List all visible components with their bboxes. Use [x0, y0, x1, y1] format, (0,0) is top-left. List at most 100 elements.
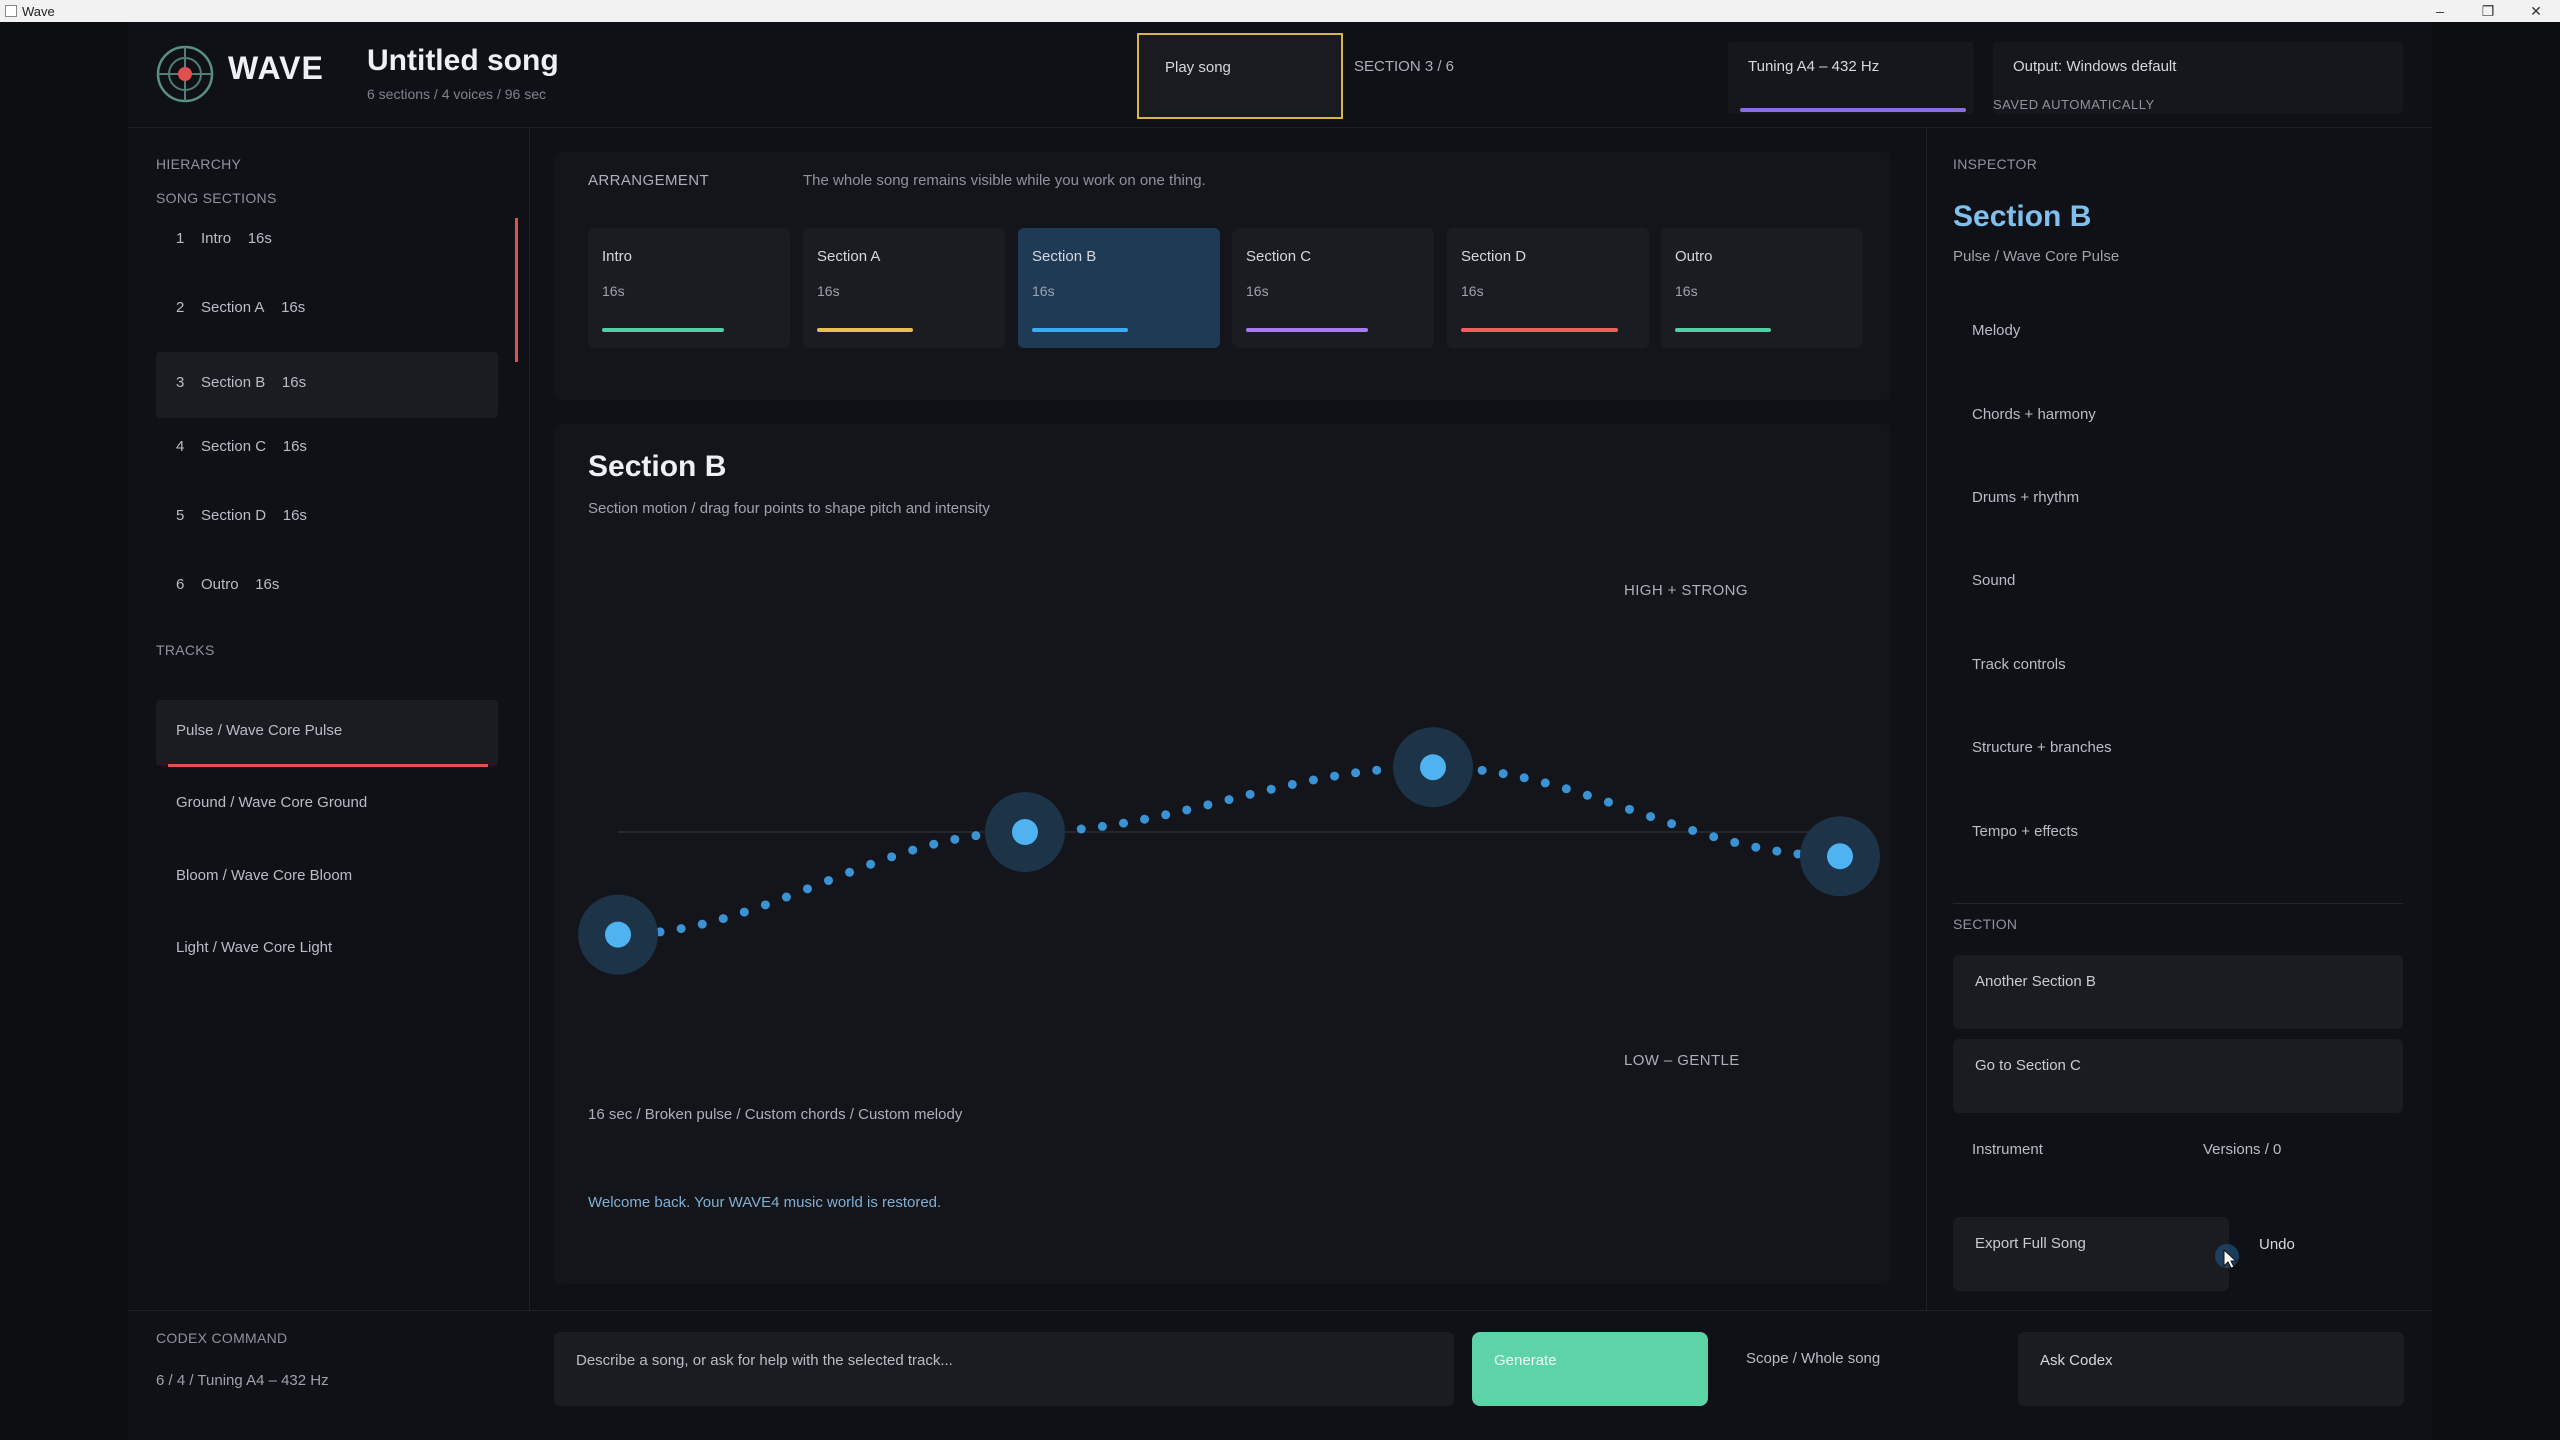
versions-label[interactable]: Versions / 0	[2203, 1141, 2281, 1158]
play-song-button[interactable]: Play song	[1137, 33, 1343, 119]
curve-dot	[866, 859, 876, 869]
motion-control-point[interactable]	[578, 894, 658, 975]
section-name: Outro	[201, 576, 239, 593]
motion-control-point[interactable]	[1800, 816, 1880, 897]
inspector-item-drums[interactable]: Drums + rhythm	[1972, 489, 2079, 506]
go-to-section-button[interactable]: Go to Section C	[1953, 1039, 2403, 1113]
hierarchy-label: HIERARCHY	[156, 156, 242, 172]
curve-dot	[971, 831, 981, 841]
motion-control-point[interactable]	[1393, 727, 1473, 808]
inspector-item-chords[interactable]: Chords + harmony	[1972, 406, 2096, 423]
editor-subtitle: Section motion / drag four points to sha…	[588, 500, 990, 517]
restore-icon[interactable]: ❐	[2466, 0, 2510, 22]
tuning-selector[interactable]: Tuning A4 – 432 Hz	[1728, 42, 1974, 114]
section-item[interactable]: 5 Section D 16s	[156, 485, 498, 551]
track-label: Pulse / Wave Core Pulse	[176, 722, 343, 739]
arrangement-card[interactable]: Section C 16s	[1232, 228, 1434, 348]
card-color-bar	[1032, 328, 1128, 332]
arrangement-subtitle: The whole song remains visible while you…	[803, 172, 1206, 189]
inspector-item-tempo[interactable]: Tempo + effects	[1972, 823, 2078, 840]
track-item-selected[interactable]: Pulse / Wave Core Pulse	[156, 700, 498, 766]
generate-button[interactable]: Generate	[1472, 1332, 1708, 1406]
brand-name: WAVE	[228, 50, 324, 86]
curve-dot	[1308, 775, 1318, 785]
track-label: Bloom / Wave Core Bloom	[176, 867, 353, 884]
prompt-input[interactable]: Describe a song, or ask for help with th…	[554, 1332, 1454, 1406]
section-number: 4	[176, 438, 185, 455]
app-icon	[5, 5, 17, 17]
curve-dot	[1477, 765, 1487, 775]
curve-dot	[908, 845, 918, 855]
song-title[interactable]: Untitled song	[367, 44, 559, 78]
export-full-song-button[interactable]: Export Full Song	[1953, 1217, 2229, 1291]
section-item[interactable]: 1 Intro 16s	[156, 208, 498, 274]
inspector-item-track-controls[interactable]: Track controls	[1972, 656, 2066, 673]
instrument-label[interactable]: Instrument	[1972, 1141, 2043, 1158]
section-item[interactable]: 4 Section C 16s	[156, 416, 498, 482]
curve-dot	[1772, 846, 1782, 856]
section-item[interactable]: 6 Outro 16s	[156, 554, 498, 620]
card-color-bar	[1675, 328, 1771, 332]
track-item[interactable]: Bloom / Wave Core Bloom	[156, 845, 498, 911]
window-titlebar: Wave – ❐ ✕	[0, 0, 2560, 22]
selected-track-underline	[168, 764, 488, 767]
curve-dot	[1330, 771, 1340, 781]
section-number: 3	[176, 374, 185, 391]
curve-dot	[1076, 824, 1086, 834]
section-item-selected[interactable]: 3 Section B 16s	[156, 352, 498, 418]
close-icon[interactable]: ✕	[2514, 0, 2558, 22]
arrangement-card[interactable]: Outro 16s	[1661, 228, 1863, 348]
song-sections-label: SONG SECTIONS	[156, 190, 277, 206]
section-name: Section C	[201, 438, 267, 455]
card-name: Outro	[1675, 248, 1713, 265]
card-duration: 16s	[602, 283, 625, 299]
section-item[interactable]: 2 Section A 16s	[156, 277, 498, 343]
inspector-title: Section B	[1953, 200, 2092, 233]
curve-dot	[1730, 837, 1740, 847]
another-section-button[interactable]: Another Section B	[1953, 955, 2403, 1029]
card-duration: 16s	[1032, 283, 1055, 299]
ask-codex-button[interactable]: Ask Codex	[2018, 1332, 2404, 1406]
scope-selector[interactable]: Scope / Whole song	[1746, 1350, 1880, 1367]
track-item[interactable]: Light / Wave Core Light	[156, 917, 498, 983]
curve-dot	[1624, 804, 1634, 814]
minimize-icon[interactable]: –	[2418, 0, 2462, 22]
section-duration: 16s	[281, 374, 307, 391]
track-label: Ground / Wave Core Ground	[176, 794, 368, 811]
card-name: Section B	[1032, 248, 1097, 265]
undo-button[interactable]: Undo	[2259, 1236, 2295, 1253]
cursor-icon	[2215, 1244, 2239, 1269]
motion-curve[interactable]	[554, 700, 1890, 1000]
inspector-item-melody[interactable]: Melody	[1972, 322, 2020, 339]
motion-control-point[interactable]	[985, 792, 1065, 872]
section-number: 5	[176, 507, 185, 524]
curve-dot	[1182, 805, 1192, 815]
curve-dot	[1097, 821, 1107, 831]
arrangement-card[interactable]: Intro 16s	[588, 228, 790, 348]
arrangement-card-selected[interactable]: Section B 16s	[1018, 228, 1220, 348]
high-strong-label: HIGH + STRONG	[1624, 582, 1748, 599]
saved-status: SAVED AUTOMATICALLY	[1993, 97, 2155, 112]
card-color-bar	[602, 328, 724, 332]
codex-command-label: CODEX COMMAND	[156, 1330, 288, 1346]
arrangement-card[interactable]: Section A 16s	[803, 228, 1005, 348]
sections-scroll-indicator[interactable]	[515, 218, 518, 362]
inspector-item-sound[interactable]: Sound	[1972, 572, 2015, 589]
curve-dot	[1287, 779, 1297, 789]
curve-dot	[781, 892, 791, 902]
curve-dot	[1646, 812, 1656, 822]
section-duration: 16s	[282, 507, 307, 524]
welcome-message: Welcome back. Your WAVE4 music world is …	[588, 1194, 942, 1211]
inspector-panel	[1926, 128, 2432, 1310]
arrangement-card[interactable]: Section D 16s	[1447, 228, 1649, 348]
section-number: 2	[176, 299, 185, 316]
section-number: 6	[176, 576, 185, 593]
curve-dot	[1561, 784, 1571, 794]
track-item[interactable]: Ground / Wave Core Ground	[156, 772, 498, 838]
card-color-bar	[1461, 328, 1618, 332]
curve-dot	[718, 914, 728, 924]
card-duration: 16s	[1246, 283, 1269, 299]
curve-dot	[929, 839, 939, 849]
inspector-item-structure[interactable]: Structure + branches	[1972, 739, 2112, 756]
section-counter: SECTION 3 / 6	[1354, 58, 1455, 75]
